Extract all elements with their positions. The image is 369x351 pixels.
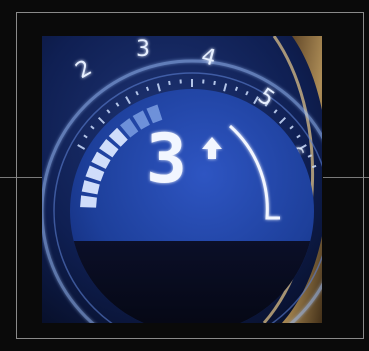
current-gear-digit: 3 — [146, 120, 187, 199]
scale-tick — [234, 86, 239, 92]
gear-indicator-photo: 2 3 4 5 6 3 — [42, 36, 322, 323]
scale-tick — [145, 86, 150, 92]
image-frame: 2 3 4 5 6 3 — [0, 0, 369, 351]
scale-number-3: 3 — [136, 37, 150, 62]
scale-tick — [168, 80, 171, 86]
scale-tick — [311, 164, 317, 169]
scale-tick — [213, 80, 216, 86]
